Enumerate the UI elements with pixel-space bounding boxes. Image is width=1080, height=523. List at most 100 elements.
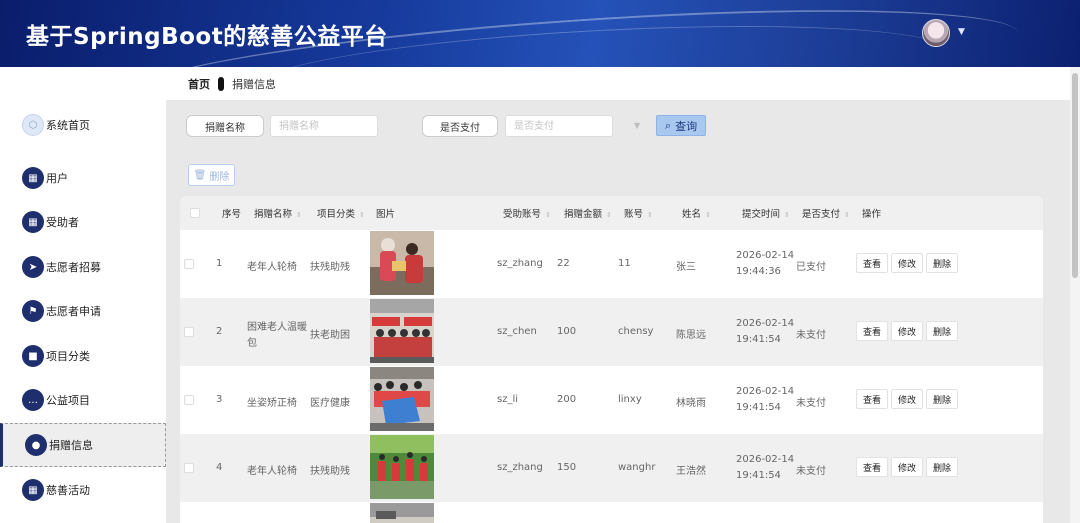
breadcrumb-separator — [218, 76, 224, 91]
cell-paid: 未支付 — [796, 466, 826, 477]
edit-button[interactable]: 修改 — [891, 321, 923, 341]
header-category[interactable]: 项目分类 ⇕ — [317, 206, 365, 220]
cell-time: 19:41:54 — [736, 470, 781, 481]
cell-category: 扶残助残 — [310, 466, 350, 477]
sidebar-item-charity-activity[interactable]: ▦ 慈善活动 — [0, 468, 166, 512]
cell-receiver: sz_chen — [497, 326, 537, 337]
select-all-checkbox[interactable] — [190, 208, 200, 218]
send-icon: ➤ — [22, 256, 44, 278]
row-checkbox[interactable] — [184, 327, 194, 337]
batch-delete-button[interactable]: 🗑 删除 — [188, 164, 235, 186]
header-person[interactable]: 姓名 ⇕ — [682, 206, 711, 220]
cell-account: 11 — [618, 258, 631, 269]
cell-time: 19:44:36 — [736, 266, 781, 277]
donation-image — [370, 231, 434, 295]
app-title: 基于SpringBoot的慈善公益平台 — [26, 24, 388, 50]
pin-icon: ● — [25, 434, 47, 456]
cell-name-wrap: 包 — [247, 338, 257, 349]
grid-icon: ▦ — [22, 479, 44, 501]
home-icon: ⬡ — [22, 114, 44, 136]
view-button[interactable]: 查看 — [856, 253, 888, 273]
chevron-down-icon[interactable]: ▼ — [958, 27, 965, 37]
donation-name-label: 捐赠名称 — [186, 115, 264, 137]
cell-time: 19:41:54 — [736, 334, 781, 345]
edit-button[interactable]: 修改 — [891, 457, 923, 477]
header-time[interactable]: 提交时间 ⇕ — [742, 206, 790, 220]
grid-icon: ▦ — [22, 167, 44, 189]
row-checkbox[interactable] — [184, 463, 194, 473]
scrollbar-thumb[interactable] — [1072, 73, 1078, 278]
flag-icon: ⚑ — [22, 300, 44, 322]
cell-amount: 100 — [557, 326, 577, 337]
edit-button[interactable]: 修改 — [891, 253, 923, 273]
donation-image — [370, 367, 434, 431]
cell-index: 2 — [216, 326, 223, 337]
cell-receiver: sz_zhang — [497, 258, 543, 269]
cell-amount: 150 — [557, 462, 577, 473]
breadcrumb-home[interactable]: 首页 — [188, 76, 210, 92]
cell-paid: 未支付 — [796, 330, 826, 341]
row-checkbox[interactable] — [184, 395, 194, 405]
sidebar-item-label: 受助者 — [46, 216, 79, 229]
row-checkbox[interactable] — [184, 259, 194, 269]
delete-button[interactable]: 删除 — [926, 389, 958, 409]
donation-image — [370, 435, 434, 499]
donation-name-input[interactable] — [270, 115, 378, 137]
sidebar-item-home[interactable]: ⬡ 系统首页 — [0, 103, 166, 147]
view-button[interactable]: 查看 — [856, 321, 888, 341]
view-button[interactable]: 查看 — [856, 389, 888, 409]
trash-icon: 🗑 — [193, 169, 207, 181]
header-amount[interactable]: 捐赠金额 ⇕ — [564, 206, 612, 220]
sidebar-item-label: 公益项目 — [46, 394, 90, 407]
header-name[interactable]: 捐赠名称 ⇕ — [254, 206, 302, 220]
cell-person: 王浩然 — [676, 466, 706, 477]
cell-index: 3 — [216, 394, 223, 405]
cell-account: wanghr — [618, 462, 656, 473]
edit-button[interactable]: 修改 — [891, 389, 923, 409]
cell-category: 扶残助残 — [310, 262, 350, 273]
sidebar-item-label: 志愿者申请 — [46, 305, 101, 318]
sidebar-item-donation-info[interactable]: ● 捐赠信息 — [0, 423, 166, 467]
table-row: 3 坐姿矫正椅 医疗健康 sz_li 200 linxy 林晓雨 2026-02… — [180, 366, 1043, 434]
cell-amount: 22 — [557, 258, 570, 269]
breadcrumb-current: 捐赠信息 — [232, 77, 276, 91]
vertical-scrollbar[interactable] — [1070, 67, 1080, 523]
grid-icon: ▦ — [22, 211, 44, 233]
cell-name: 老年人轮椅 — [247, 262, 297, 273]
header-account[interactable]: 账号 ⇕ — [624, 206, 653, 220]
cell-date: 2026-02-14 — [736, 250, 795, 261]
header-paid[interactable]: 是否支付 ⇕ — [802, 206, 850, 220]
delete-button[interactable]: 删除 — [926, 253, 958, 273]
cell-name: 老年人轮椅 — [247, 466, 297, 477]
chat-icon: … — [22, 389, 44, 411]
pay-status-select[interactable] — [505, 115, 613, 137]
sidebar-item-label: 用户 — [46, 172, 68, 185]
table-row: 4 老年人轮椅 扶残助残 sz_zhang 150 wanghr 王浩然 202… — [180, 434, 1043, 502]
query-button[interactable]: ⌕ 查询 — [656, 115, 706, 136]
user-avatar[interactable] — [922, 19, 950, 47]
sidebar-item-project-category[interactable]: ■ 项目分类 — [0, 334, 166, 378]
donation-image — [370, 503, 434, 523]
sidebar: ⬡ 系统首页 ▦ 用户 ▦ 受助者 ➤ 志愿者招募 ⚑ 志愿者申请 ■ 项目分类… — [0, 67, 166, 523]
cell-account: linxy — [618, 394, 642, 405]
view-button[interactable]: 查看 — [856, 457, 888, 477]
sidebar-item-volunteer-recruit[interactable]: ➤ 志愿者招募 — [0, 245, 166, 289]
delete-button[interactable]: 删除 — [926, 457, 958, 477]
sidebar-item-recipients[interactable]: ▦ 受助者 — [0, 200, 166, 244]
sidebar-item-volunteer-apply[interactable]: ⚑ 志愿者申请 — [0, 289, 166, 333]
header-index: 序号 — [222, 209, 242, 220]
donation-table: 序号 捐赠名称 ⇕ 项目分类 ⇕ 图片 受助账号 ⇕ 捐赠金额 ⇕ 账号 ⇕ 姓名 ⇕ 提交… — [180, 196, 1043, 523]
table-row: 1 老年人轮椅 扶残助残 sz_zhang 22 11 张三 2026-02-1… — [180, 230, 1043, 298]
cell-account: chensy — [618, 326, 654, 337]
cell-category: 扶老助困 — [310, 330, 350, 341]
sidebar-item-users[interactable]: ▦ 用户 — [0, 156, 166, 200]
table-row — [180, 502, 1043, 523]
cell-category: 医疗健康 — [310, 398, 350, 409]
delete-button[interactable]: 删除 — [926, 321, 958, 341]
cell-date: 2026-02-14 — [736, 454, 795, 465]
sidebar-item-charity-project[interactable]: … 公益项目 — [0, 378, 166, 422]
cell-receiver: sz_zhang — [497, 462, 543, 473]
header-receiver[interactable]: 受助账号 ⇕ — [503, 206, 551, 220]
chevron-down-icon[interactable]: ▼ — [634, 121, 640, 130]
briefcase-icon: ■ — [22, 345, 44, 367]
